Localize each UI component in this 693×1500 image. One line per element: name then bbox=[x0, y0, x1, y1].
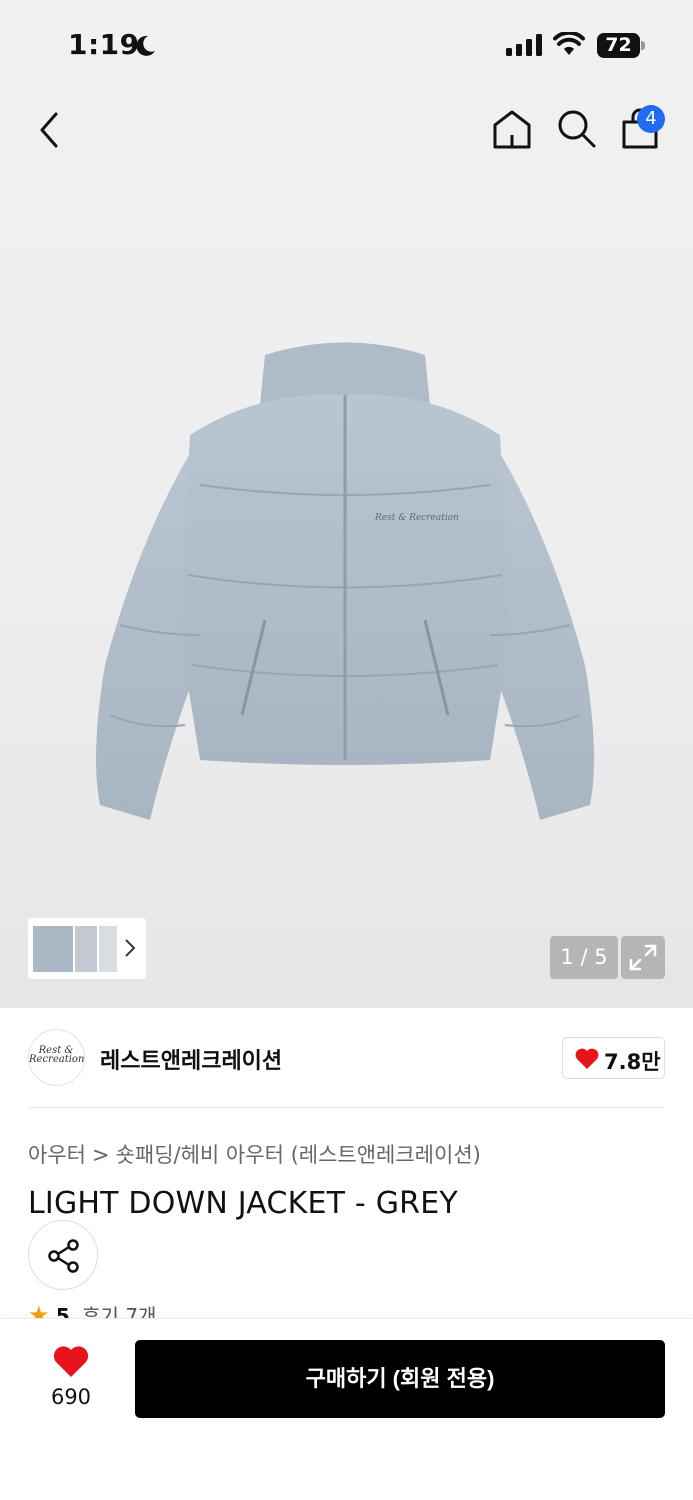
brand-logo[interactable]: Rest & Recreation bbox=[28, 1029, 85, 1086]
brand-like-button[interactable]: 7.8만 bbox=[562, 1037, 665, 1079]
heart-icon bbox=[53, 1346, 89, 1377]
thumbnail-3[interactable] bbox=[99, 926, 117, 972]
breadcrumb-subcategory[interactable]: 숏패딩/헤비 아우터 (레스트앤레크레이션) bbox=[116, 1143, 481, 1167]
thumbnail-strip[interactable] bbox=[28, 918, 146, 979]
back-icon[interactable] bbox=[34, 110, 64, 150]
like-count: 690 bbox=[50, 1385, 92, 1409]
battery-icon: 72 bbox=[597, 33, 645, 58]
moon-icon bbox=[136, 35, 155, 56]
search-icon[interactable] bbox=[556, 108, 598, 150]
breadcrumb-separator: > bbox=[91, 1143, 110, 1167]
breadcrumb: 아우터 > 숏패딩/헤비 아우터 (레스트앤레크레이션) bbox=[28, 1139, 481, 1169]
thumbnail-2[interactable] bbox=[75, 926, 97, 972]
svg-text:Rest & Recreation: Rest & Recreation bbox=[374, 513, 459, 523]
cart-count-badge: 4 bbox=[637, 105, 665, 133]
product-image[interactable]: Rest & Recreation bbox=[80, 335, 610, 830]
divider bbox=[28, 1107, 665, 1108]
share-icon bbox=[48, 1239, 79, 1273]
brand-like-count: 7.8만 bbox=[604, 1050, 661, 1074]
wifi-icon bbox=[553, 32, 585, 55]
heart-icon bbox=[575, 1048, 599, 1069]
status-time: 1:19 bbox=[68, 28, 140, 61]
buy-button[interactable]: 구매하기 (회원 전용) bbox=[135, 1340, 665, 1418]
chevron-right-icon[interactable] bbox=[124, 938, 136, 958]
share-button[interactable] bbox=[28, 1220, 98, 1290]
expand-icon bbox=[629, 944, 657, 971]
status-bar: 1:19 72 bbox=[0, 0, 693, 92]
home-icon[interactable] bbox=[490, 107, 534, 151]
like-button[interactable]: 690 bbox=[40, 1345, 102, 1415]
expand-button[interactable] bbox=[621, 936, 665, 979]
battery-level: 72 bbox=[605, 34, 632, 56]
image-pager: 1 / 5 bbox=[550, 936, 618, 979]
product-title: LIGHT DOWN JACKET - GREY bbox=[28, 1186, 458, 1221]
brand-name[interactable]: 레스트앤레크레이션 bbox=[100, 1043, 282, 1075]
thumbnail-1[interactable] bbox=[33, 926, 73, 972]
brand-logo-text: Rest & Recreation bbox=[29, 1045, 85, 1065]
cellular-signal-icon bbox=[506, 34, 542, 56]
breadcrumb-category[interactable]: 아우터 bbox=[28, 1143, 86, 1167]
